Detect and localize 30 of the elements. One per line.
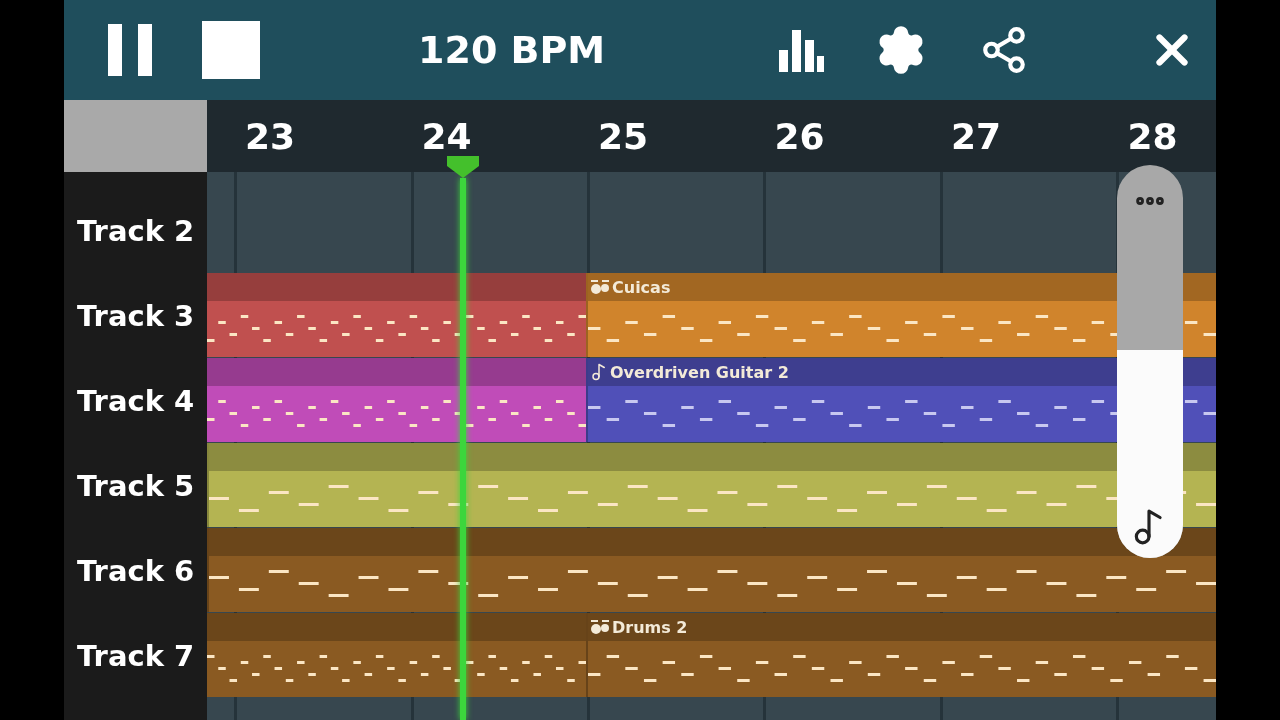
track-name[interactable]: Track 4: [64, 358, 207, 443]
clip[interactable]: [207, 528, 1216, 612]
pause-button[interactable]: [108, 22, 154, 78]
clip[interactable]: Overdriven Guitar 2: [586, 358, 1216, 442]
clip[interactable]: [207, 358, 586, 442]
track-name[interactable]: Track 5: [64, 443, 207, 528]
clip-name: Overdriven Guitar 2: [610, 362, 789, 382]
track-name[interactable]: Track 3: [64, 273, 207, 358]
bar-number: 24: [421, 115, 472, 157]
playhead-handle[interactable]: [447, 156, 479, 178]
bar-number: 25: [598, 115, 649, 157]
bar-number: 27: [951, 115, 1002, 157]
track-name[interactable]: Track 7: [64, 613, 207, 698]
bar-number: 28: [1127, 115, 1178, 157]
drums-icon: [590, 279, 610, 295]
drums-icon: [590, 619, 610, 635]
track-name[interactable]: Track 6: [64, 528, 207, 613]
clip[interactable]: Cuicas: [586, 273, 1216, 357]
clip[interactable]: [207, 273, 586, 357]
clip[interactable]: Drums 2: [586, 613, 1216, 697]
clip-name: Drums 2: [612, 617, 688, 637]
volume-slider[interactable]: [1117, 165, 1183, 558]
clip[interactable]: [207, 613, 586, 697]
bar-number: 26: [774, 115, 825, 157]
clip-name: Cuicas: [612, 277, 671, 297]
note-icon: [590, 363, 608, 381]
bar-number: 23: [245, 115, 296, 157]
clip[interactable]: [207, 443, 1216, 527]
track-name[interactable]: Track 2: [64, 188, 207, 273]
tempo-label[interactable]: 120 BPM: [418, 28, 606, 72]
